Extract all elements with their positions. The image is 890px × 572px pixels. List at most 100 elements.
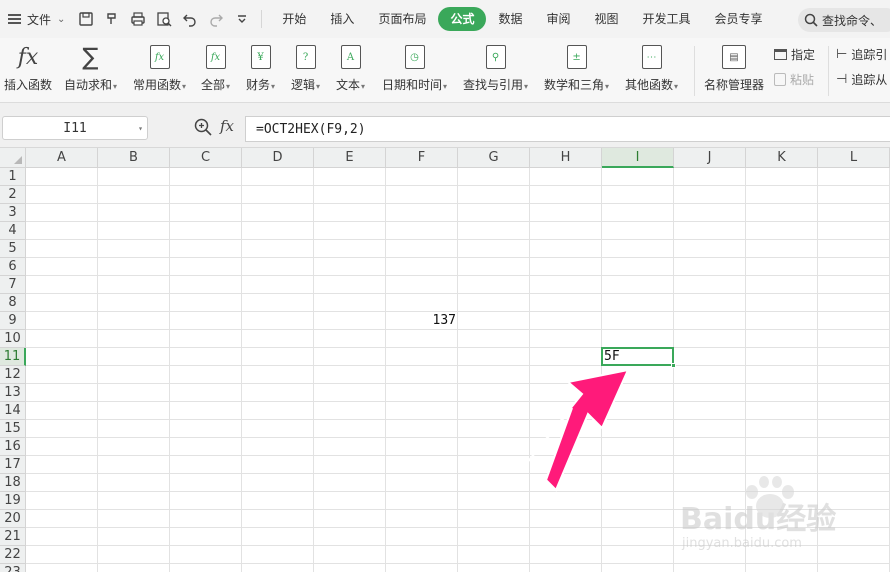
save-icon[interactable] <box>75 8 97 30</box>
grid-line <box>457 168 458 572</box>
trace-precedents-label: 追踪引 <box>851 48 888 62</box>
lookup-button[interactable]: ⚲ 查找与引用▾ <box>463 42 528 93</box>
row-header-11[interactable]: 11 <box>0 348 26 366</box>
formula-ribbon: fx 插入函数 ∑ 自动求和▾ fx 常用函数▾ fx 全部▾ ¥ 财务▾ ? … <box>0 38 890 103</box>
row-header-8[interactable]: 8 <box>0 294 26 312</box>
command-search[interactable]: 查找命令、 <box>798 8 890 32</box>
row-header-4[interactable]: 4 <box>0 222 26 240</box>
row-header-20[interactable]: 20 <box>0 510 26 528</box>
customize-toolbar-icon[interactable] <box>231 8 253 30</box>
row-header-5[interactable]: 5 <box>0 240 26 258</box>
grid-line <box>26 383 890 384</box>
ribbon-tabs: 开始 插入 页面布局 公式 数据 审阅 视图 开发工具 会员专享 <box>270 7 774 31</box>
tab-developer[interactable]: 开发工具 <box>631 7 703 31</box>
tab-view[interactable]: 视图 <box>583 7 631 31</box>
magnifier-doc-icon: ⚲ <box>485 45 506 69</box>
row-header-7[interactable]: 7 <box>0 276 26 294</box>
file-menu[interactable]: 文件 ⌄ <box>0 0 65 38</box>
name-box[interactable]: I11 ▾ <box>2 116 148 140</box>
print-icon[interactable] <box>127 8 149 30</box>
tab-formulas[interactable]: 公式 <box>438 7 487 31</box>
all-functions-button[interactable]: fx 全部▾ <box>201 42 230 93</box>
function-book-icon: fx <box>205 45 226 69</box>
name-manager-button[interactable]: ▤ 名称管理器 <box>704 42 764 93</box>
table-icon <box>774 49 787 60</box>
select-all-corner[interactable] <box>0 148 26 168</box>
active-cell-border[interactable] <box>601 347 676 368</box>
row-header-15[interactable]: 15 <box>0 420 26 438</box>
grid-line <box>26 401 890 402</box>
column-header-i[interactable]: I <box>602 148 674 168</box>
grid-line <box>26 365 890 366</box>
formula-bar: I11 ▾ fx =OCT2HEX(F9,2) <box>0 103 890 148</box>
row-header-10[interactable]: 10 <box>0 330 26 348</box>
column-header-d[interactable]: D <box>242 148 314 168</box>
row-header-1[interactable]: 1 <box>0 168 26 186</box>
row-header-14[interactable]: 14 <box>0 402 26 420</box>
zoom-icon[interactable] <box>194 118 212 136</box>
column-header-e[interactable]: E <box>314 148 386 168</box>
text-label: 文本 <box>336 78 361 92</box>
insert-function-button[interactable]: fx 插入函数 <box>4 42 52 93</box>
row-header-22[interactable]: 22 <box>0 546 26 564</box>
print-preview-icon[interactable] <box>153 8 175 30</box>
math-button[interactable]: ± 数学和三角▾ <box>544 42 609 93</box>
tab-insert[interactable]: 插入 <box>318 7 366 31</box>
logical-button[interactable]: ? 逻辑▾ <box>291 42 320 93</box>
row-header-2[interactable]: 2 <box>0 186 26 204</box>
row-header-13[interactable]: 13 <box>0 384 26 402</box>
name-box-value: I11 <box>63 120 87 136</box>
other-functions-button[interactable]: ⋯ 其他函数▾ <box>625 42 678 93</box>
row-header-6[interactable]: 6 <box>0 258 26 276</box>
row-header-21[interactable]: 21 <box>0 528 26 546</box>
column-header-h[interactable]: H <box>530 148 602 168</box>
trace-precedents-button[interactable]: ⊢ 追踪引 <box>836 46 887 63</box>
datetime-button[interactable]: ◷ 日期和时间▾ <box>382 42 447 93</box>
tab-review[interactable]: 审阅 <box>534 7 582 31</box>
column-header-k[interactable]: K <box>746 148 818 168</box>
quick-access-toolbar <box>75 8 253 30</box>
watermark-url: jingyan.baidu.com <box>682 536 802 551</box>
row-header-3[interactable]: 3 <box>0 204 26 222</box>
undo-icon[interactable] <box>179 8 201 30</box>
common-functions-button[interactable]: fx 常用函数▾ <box>133 42 186 93</box>
fill-handle[interactable] <box>671 363 676 368</box>
column-header-a[interactable]: A <box>26 148 98 168</box>
text-button[interactable]: A 文本▾ <box>336 42 365 93</box>
grid-line <box>26 293 890 294</box>
grid-line <box>26 455 890 456</box>
column-header-l[interactable]: L <box>818 148 890 168</box>
row-header-12[interactable]: 12 <box>0 366 26 384</box>
format-painter-icon[interactable] <box>101 8 123 30</box>
row-header-18[interactable]: 18 <box>0 474 26 492</box>
define-name-button[interactable]: 指定 <box>774 46 815 63</box>
ribbon-separator <box>828 46 829 96</box>
column-header-b[interactable]: B <box>98 148 170 168</box>
column-header-j[interactable]: J <box>674 148 746 168</box>
tab-member[interactable]: 会员专享 <box>703 7 775 31</box>
formula-input[interactable]: =OCT2HEX(F9,2) <box>245 116 890 142</box>
column-header-c[interactable]: C <box>170 148 242 168</box>
cell-f9[interactable]: 137 <box>388 312 456 330</box>
define-name-label: 指定 <box>791 48 816 62</box>
sigma-icon: ∑ <box>82 43 99 71</box>
row-header-9[interactable]: 9 <box>0 312 26 330</box>
lookup-label: 查找与引用 <box>463 78 524 92</box>
paste-name-button[interactable]: 粘贴 <box>774 71 814 88</box>
trace-dependents-button[interactable]: ⊣ 追踪从 <box>836 71 887 88</box>
autosum-button[interactable]: ∑ 自动求和▾ <box>64 42 117 93</box>
row-header-17[interactable]: 17 <box>0 456 26 474</box>
tab-home[interactable]: 开始 <box>270 7 318 31</box>
row-header-23[interactable]: 23 <box>0 564 26 572</box>
tab-data[interactable]: 数据 <box>486 7 534 31</box>
column-header-g[interactable]: G <box>458 148 530 168</box>
fx-icon[interactable]: fx <box>220 117 234 135</box>
chevron-down-icon[interactable]: ▾ <box>138 124 143 133</box>
tab-page-layout[interactable]: 页面布局 <box>366 7 438 31</box>
column-header-f[interactable]: F <box>386 148 458 168</box>
row-header-16[interactable]: 16 <box>0 438 26 456</box>
redo-icon[interactable] <box>205 8 227 30</box>
row-header-19[interactable]: 19 <box>0 492 26 510</box>
financial-button[interactable]: ¥ 财务▾ <box>246 42 275 93</box>
paste-icon <box>774 73 786 86</box>
